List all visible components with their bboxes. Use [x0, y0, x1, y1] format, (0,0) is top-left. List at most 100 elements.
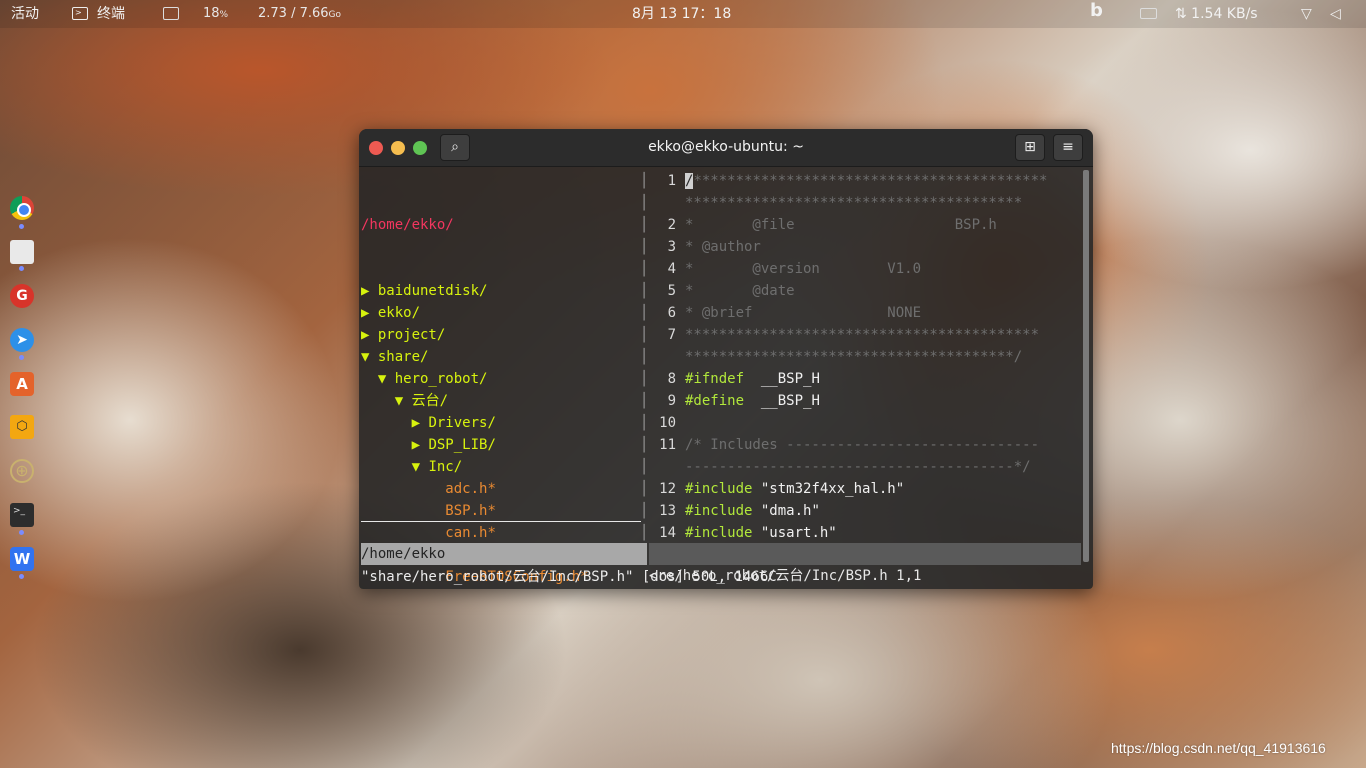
wifi-icon[interactable]: ▽ — [1301, 6, 1312, 22]
tree-file[interactable]: can.h* — [361, 522, 641, 544]
code-line[interactable]: 13 #include "dma.h" — [650, 500, 1082, 522]
collapsed-arrow-icon[interactable]: ▶ — [361, 283, 378, 299]
activities-button[interactable]: 活动 — [11, 6, 39, 22]
code-editor[interactable]: 1 /**************************************… — [650, 170, 1082, 544]
tree-folder[interactable]: ▼ 云台/ — [361, 390, 641, 412]
collapsed-arrow-icon[interactable]: ▶ — [412, 437, 429, 453]
crosshair-icon[interactable]: ⊕ — [10, 459, 34, 483]
directive-argument: __BSP_H — [744, 371, 820, 387]
preprocessor-directive: #include — [685, 481, 753, 497]
collapsed-arrow-icon[interactable]: ▶ — [361, 305, 378, 321]
code-line[interactable]: 8 #ifndef __BSP_H — [650, 368, 1082, 390]
expanded-arrow-icon[interactable]: ▼ — [361, 349, 378, 365]
line-number: 11 — [659, 437, 676, 453]
code-line[interactable]: 14 #include "usart.h" — [650, 522, 1082, 544]
window-titlebar[interactable]: ⌕ ekko@ekko-ubuntu: ~ ⊞ ≡ — [359, 129, 1093, 167]
terminal-icon[interactable]: >_ — [10, 503, 34, 527]
separator-segment: │ — [640, 371, 649, 387]
terminal-window[interactable]: ⌕ ekko@ekko-ubuntu: ~ ⊞ ≡ /home/ekko/ ▶ … — [359, 129, 1093, 589]
software-store-icon[interactable]: A — [10, 372, 34, 396]
scrollbar[interactable] — [1083, 170, 1089, 562]
maximize-button[interactable] — [413, 141, 427, 155]
code-line[interactable]: ***************************************/ — [650, 346, 1082, 368]
code-line[interactable]: 11 /* Includes --------------------------… — [650, 434, 1082, 456]
menu-icon[interactable]: ≡ — [1053, 134, 1083, 161]
tree-folder[interactable]: ▶ project/ — [361, 324, 641, 346]
code-line[interactable]: 6 * @brief NONE — [650, 302, 1082, 324]
volume-icon[interactable]: ◁ — [1330, 6, 1341, 22]
window-title: ekko@ekko-ubuntu: ~ — [648, 139, 804, 155]
separator-segment: │ — [640, 503, 649, 519]
code-text: #include "dma.h" — [685, 500, 820, 522]
tree-statusline: /home/ekko — [361, 543, 647, 565]
cpu-usage[interactable]: 18% — [203, 6, 228, 23]
code-line[interactable]: 9 #define __BSP_H — [650, 390, 1082, 412]
tree-folder[interactable]: ▶ ekko/ — [361, 302, 641, 324]
separator-segment: │ — [640, 459, 649, 475]
directive-argument: __BSP_H — [744, 393, 820, 409]
code-line[interactable]: 12 #include "stm32f4xx_hal.h" — [650, 478, 1082, 500]
feishu-icon[interactable]: ➤ — [10, 328, 34, 352]
load-unit: Go — [328, 10, 342, 20]
tree-item-label: can.h* — [445, 525, 496, 541]
preprocessor-directive: #include — [685, 525, 753, 541]
directive-argument: "dma.h" — [752, 503, 820, 519]
tree-file[interactable]: gpio.h* — [361, 588, 641, 589]
code-line[interactable]: 3 * @author — [650, 236, 1082, 258]
expanded-arrow-icon[interactable]: ▼ — [412, 459, 429, 475]
chrome-icon[interactable] — [10, 196, 34, 220]
expanded-arrow-icon[interactable]: ▼ — [395, 393, 412, 409]
line-number: 10 — [659, 415, 676, 431]
tree-folder[interactable]: ▼ hero_robot/ — [361, 368, 641, 390]
close-button[interactable] — [369, 141, 383, 155]
expanded-arrow-icon[interactable]: ▼ — [378, 371, 395, 387]
separator-segment: │ — [640, 349, 649, 365]
tree-root[interactable]: /home/ekko/ — [361, 214, 641, 236]
separator-segment: │ — [640, 415, 649, 431]
tree-folder[interactable]: ▼ share/ — [361, 346, 641, 368]
tree-folder[interactable]: ▼ Inc/ — [361, 456, 641, 478]
separator-segment: │ — [640, 217, 649, 233]
code-line[interactable]: **************************************** — [650, 192, 1082, 214]
tree-item-label: DSP_LIB/ — [428, 437, 496, 453]
tree-file[interactable]: BSP.h* — [361, 500, 641, 522]
virtualbox-icon[interactable]: ⬡ — [10, 415, 34, 439]
code-line[interactable]: 2 * @file BSP.h — [650, 214, 1082, 236]
comment-text: /* Includes ----------------------------… — [685, 437, 1040, 453]
new-tab-icon[interactable]: ⊞ — [1015, 134, 1045, 161]
code-text: ---------------------------------------*… — [685, 456, 1031, 478]
code-line[interactable]: 1 /**************************************… — [650, 170, 1082, 192]
separator-segment: │ — [640, 393, 649, 409]
code-line[interactable]: 4 * @version V1.0 — [650, 258, 1082, 280]
separator-segment: │ — [640, 173, 649, 189]
bing-icon[interactable]: b — [1090, 2, 1103, 20]
collapsed-arrow-icon[interactable]: ▶ — [412, 415, 429, 431]
tree-folder[interactable]: ▶ DSP_LIB/ — [361, 434, 641, 456]
monitor-icon[interactable] — [163, 7, 179, 20]
app-menu-terminal[interactable]: 终端 — [97, 6, 125, 22]
wps-icon[interactable]: W — [10, 547, 34, 571]
minimize-button[interactable] — [391, 141, 405, 155]
tree-folder[interactable]: ▶ Drivers/ — [361, 412, 641, 434]
network-speed[interactable]: ⇅ 1.54 KB/s — [1175, 6, 1258, 22]
files-icon[interactable] — [10, 240, 34, 264]
tree-folder[interactable]: ▶ baidunetdisk/ — [361, 280, 641, 302]
command-line[interactable]: "share/hero_robot/云台/Inc/BSP.h" [dos] 50… — [361, 566, 1081, 588]
comment-text: ****************************************… — [685, 327, 1040, 343]
code-line[interactable]: ---------------------------------------*… — [650, 456, 1082, 478]
code-text: * @version V1.0 — [685, 258, 921, 280]
tree-item-label: share/ — [377, 349, 429, 365]
code-line[interactable]: 5 * @date — [650, 280, 1082, 302]
tree-file[interactable]: adc.h* — [361, 478, 641, 500]
collapsed-arrow-icon[interactable]: ▶ — [361, 327, 378, 343]
code-line[interactable]: 10 — [650, 412, 1082, 434]
memory-usage[interactable]: 2.73 / 7.66Go — [258, 6, 341, 23]
keyboard-icon[interactable] — [1140, 8, 1157, 19]
code-line[interactable]: 7 ***************************************… — [650, 324, 1082, 346]
netease-music-icon[interactable]: G — [10, 284, 34, 308]
file-tree[interactable]: /home/ekko/ ▶ baidunetdisk/▶ ekko/▶ proj… — [361, 170, 641, 589]
clock[interactable]: 8月 13 17：18 — [632, 6, 731, 22]
search-icon[interactable]: ⌕ — [440, 134, 470, 161]
